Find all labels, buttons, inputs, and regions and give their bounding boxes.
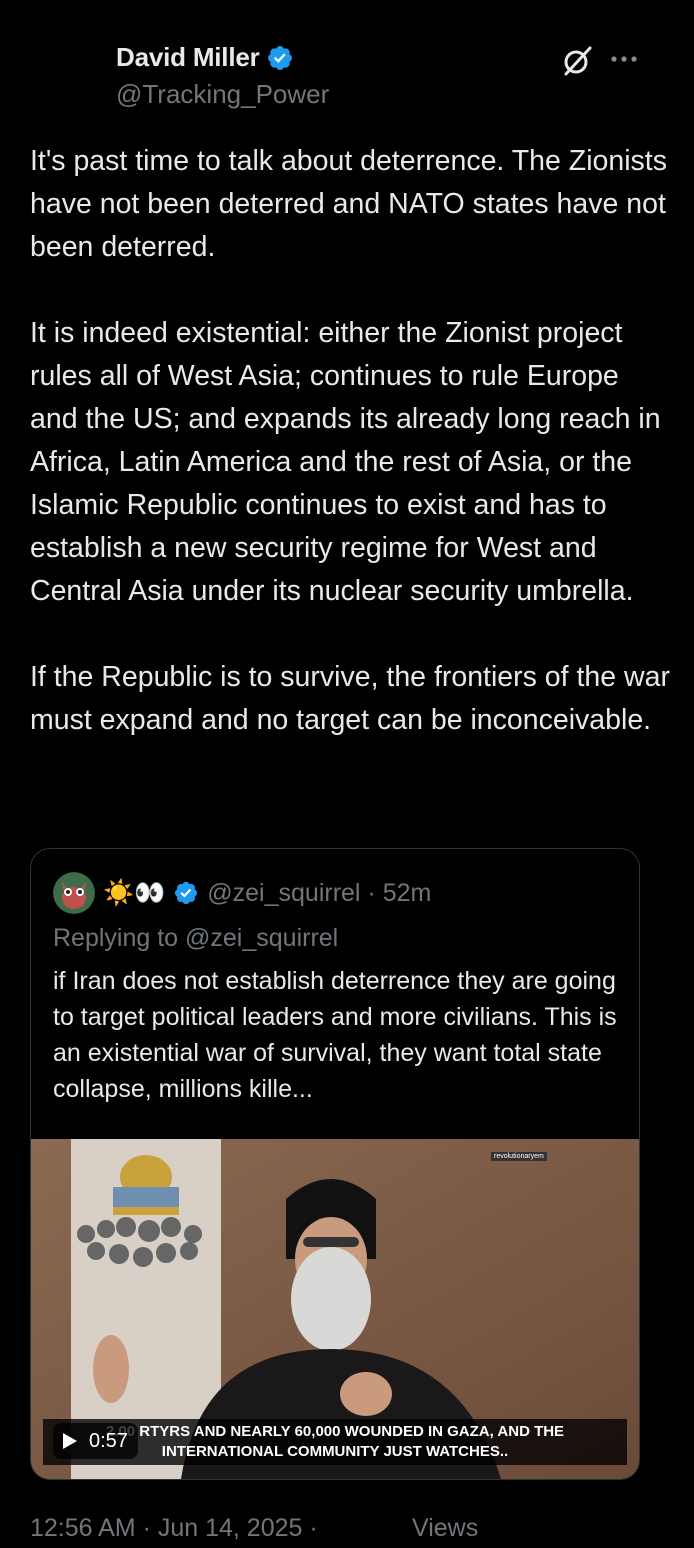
- grok-icon[interactable]: [560, 44, 594, 78]
- video-duration: 0:57: [89, 1429, 128, 1452]
- author-handle[interactable]: @Tracking_Power: [116, 79, 329, 110]
- play-duration-pill[interactable]: 0:57: [53, 1423, 138, 1459]
- video-watermark: revolutionaryem: [491, 1152, 547, 1161]
- quoted-author-row[interactable]: ☀️👀 @zei_squirrel · 52m: [53, 872, 431, 914]
- quoted-handle-time[interactable]: @zei_squirrel · 52m: [207, 879, 431, 908]
- views-label[interactable]: Views: [412, 1514, 478, 1543]
- quoted-display-name[interactable]: ☀️👀: [103, 879, 165, 908]
- tweet-timestamp[interactable]: 12:56 AM · Jun 14, 2025 ·: [30, 1514, 318, 1543]
- quoted-video[interactable]: revolutionaryem 2.00 RTYRS AND NEARLY 60…: [31, 1139, 639, 1479]
- author-display-name[interactable]: David Miller: [116, 42, 260, 73]
- tweet-header: David Miller @Tracking_Power: [0, 0, 694, 120]
- play-icon[interactable]: [63, 1433, 77, 1449]
- replying-to-label[interactable]: Replying to @zei_squirrel: [53, 924, 338, 953]
- verified-badge-icon: [175, 881, 198, 905]
- verified-badge-icon: [267, 45, 292, 70]
- author-name-row[interactable]: David Miller: [116, 42, 294, 73]
- quoted-tweet-text: if Iran does not establish deterrence th…: [53, 967, 617, 1103]
- more-icon[interactable]: [608, 44, 640, 74]
- tweet-body-text: It's past time to talk about deterrence.…: [30, 145, 670, 736]
- quoted-avatar[interactable]: [53, 872, 95, 914]
- quoted-tweet-card[interactable]: ☀️👀 @zei_squirrel · 52m Replying to @zei…: [30, 848, 640, 1480]
